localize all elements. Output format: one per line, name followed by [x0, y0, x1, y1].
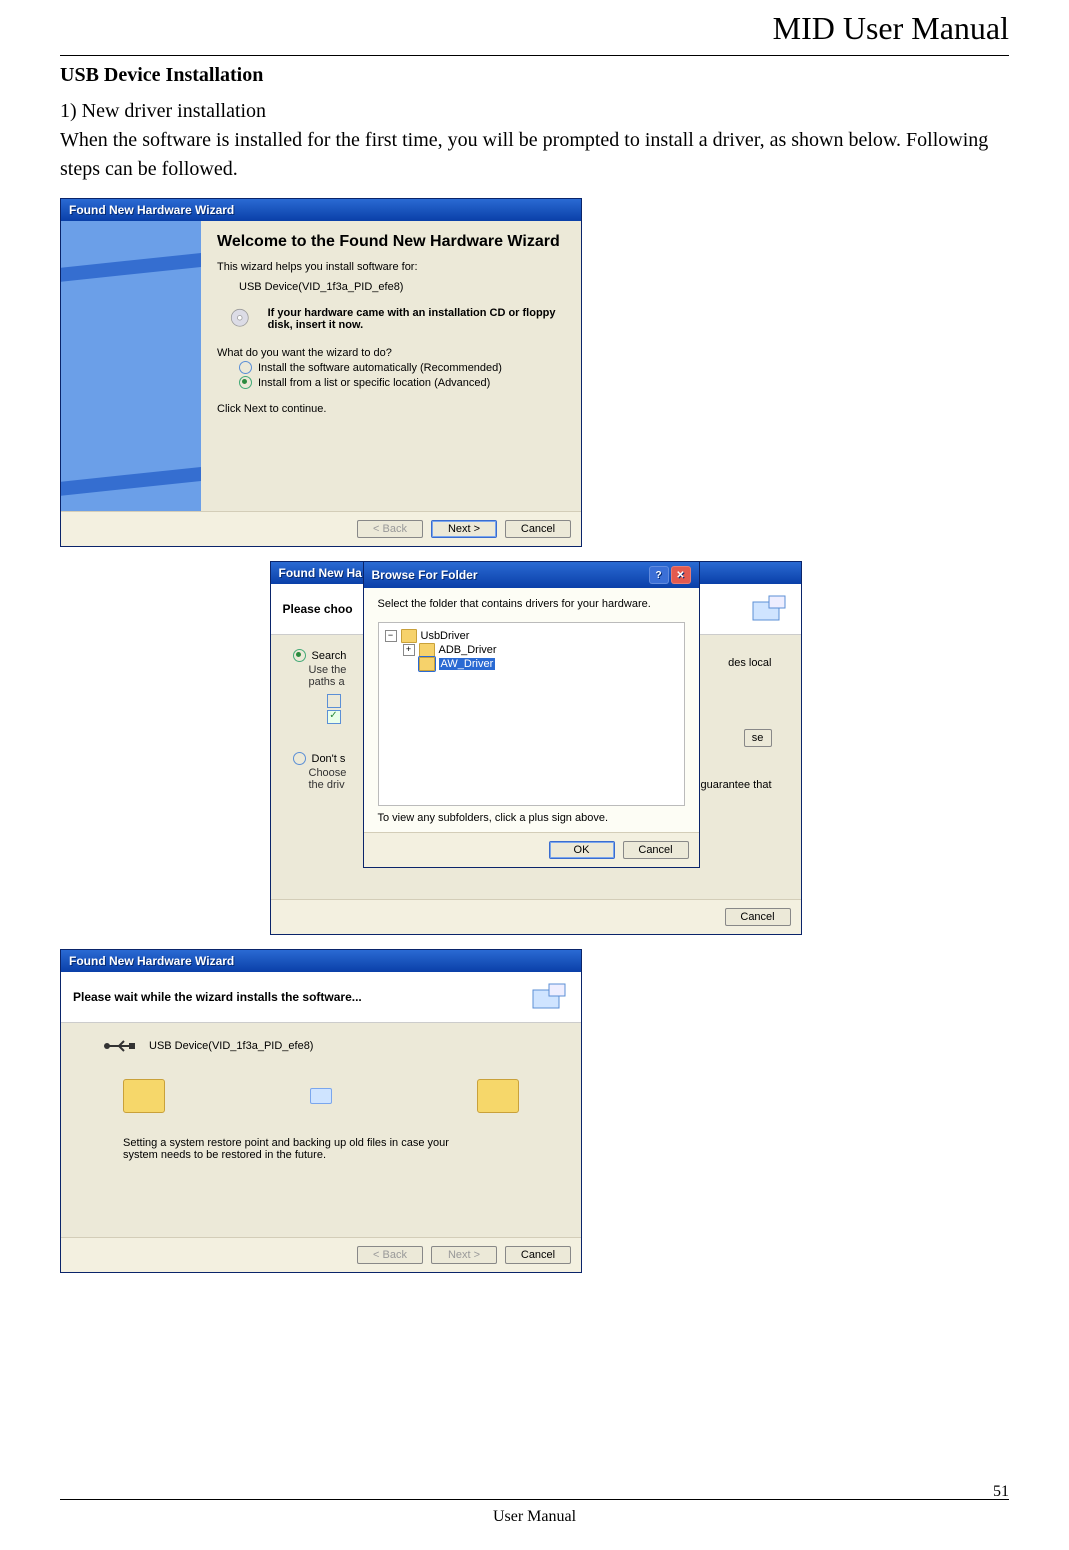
- tree-label: UsbDriver: [421, 630, 470, 642]
- radio-icon: [239, 361, 252, 374]
- footer-rule: [60, 1499, 1009, 1500]
- install-status-text: Setting a system restore point and backi…: [123, 1137, 453, 1161]
- browse-footer-hint: To view any subfolders, click a plus sig…: [364, 812, 699, 832]
- back-button[interactable]: < Back: [357, 1246, 423, 1264]
- tree-node-usbdriver[interactable]: − UsbDriver: [385, 629, 678, 643]
- found-new-hardware-wizard-1: Found New Hardware Wizard Welcome to the…: [60, 198, 582, 547]
- folder-icon-selected: [419, 657, 435, 671]
- tree-node-adb-driver[interactable]: + ADB_Driver: [385, 643, 678, 657]
- document-header-title: MID User Manual: [60, 0, 1009, 55]
- screenshot-2: Found New Ha Please choo Search Use the …: [270, 561, 800, 935]
- back-button[interactable]: < Back: [357, 520, 423, 538]
- tree-label-selected: AW_Driver: [439, 658, 496, 670]
- folder-icon: [401, 629, 417, 643]
- browse-button-fragment[interactable]: se: [744, 729, 772, 747]
- wizard-question: What do you want the wizard to do?: [217, 347, 565, 359]
- tree-expand-icon[interactable]: +: [403, 644, 415, 656]
- wizard3-header: Please wait while the wizard installs th…: [61, 972, 581, 1023]
- folder-source-icon: [123, 1079, 165, 1113]
- install-cd-hint: If your hardware came with an installati…: [268, 307, 565, 335]
- next-button[interactable]: Next >: [431, 1246, 497, 1264]
- dialog-title-truncated: Found New Ha: [279, 566, 362, 580]
- tree-node-aw-driver[interactable]: AW_Driver: [385, 657, 678, 671]
- device-name: USB Device(VID_1f3a_PID_efe8): [239, 281, 565, 293]
- wizard2-header-text: Please choo: [283, 602, 353, 616]
- fragment-right-2: guarantee that: [701, 779, 772, 791]
- section-heading: USB Device Installation: [60, 64, 1009, 87]
- wizard-side-graphic: [61, 221, 201, 511]
- cancel-button[interactable]: Cancel: [725, 908, 791, 926]
- folder-tree[interactable]: − UsbDriver + ADB_Driver AW_Driver: [378, 622, 685, 806]
- wizard-line: This wizard helps you install software f…: [217, 261, 565, 273]
- browse-prompt: Select the folder that contains drivers …: [364, 588, 699, 612]
- document-page: MID User Manual USB Device Installation …: [0, 0, 1069, 1550]
- fragment-right-1: des local: [728, 657, 771, 669]
- intro-paragraph: When the software is installed for the f…: [60, 126, 1009, 184]
- wizard-footer: < Back Next > Cancel: [61, 1237, 581, 1272]
- close-button[interactable]: ✕: [671, 566, 691, 584]
- cancel-button[interactable]: Cancel: [623, 841, 689, 859]
- browse-footer: OK Cancel: [364, 832, 699, 867]
- header-rule: [60, 55, 1009, 56]
- dialog-titlebar: Found New Hardware Wizard: [61, 950, 581, 972]
- radio-label: Install from a list or specific location…: [258, 377, 490, 389]
- dialog-title: Browse For Folder: [372, 568, 478, 582]
- page-number: 51: [993, 1483, 1009, 1501]
- checkbox-checked[interactable]: [327, 710, 341, 724]
- radio-icon: [293, 752, 306, 765]
- page-footer: 51 User Manual: [60, 1499, 1009, 1526]
- radio-auto-install[interactable]: Install the software automatically (Reco…: [239, 361, 565, 374]
- radio-label: Search: [312, 650, 347, 662]
- dialog-titlebar: Found New Hardware Wizard: [61, 199, 581, 221]
- tree-label: ADB_Driver: [439, 644, 497, 656]
- footer-label: User Manual: [493, 1508, 576, 1526]
- found-new-hardware-wizard-3: Found New Hardware Wizard Please wait wh…: [60, 949, 582, 1273]
- device-name: USB Device(VID_1f3a_PID_efe8): [149, 1040, 313, 1052]
- radio-label: Install the software automatically (Reco…: [258, 362, 502, 374]
- cancel-button[interactable]: Cancel: [505, 520, 571, 538]
- folder-icon: [419, 643, 435, 657]
- folder-dest-icon: [477, 1079, 519, 1113]
- cancel-button[interactable]: Cancel: [505, 1246, 571, 1264]
- wizard-footer: < Back Next > Cancel: [61, 511, 581, 546]
- help-button[interactable]: ?: [649, 566, 669, 584]
- usb-icon: [103, 1037, 137, 1055]
- wizard-footer: Cancel: [271, 899, 801, 934]
- screenshot-3: Found New Hardware Wizard Please wait wh…: [60, 949, 1009, 1273]
- radio-icon-selected: [239, 376, 252, 389]
- wizard-heading: Welcome to the Found New Hardware Wizard: [217, 233, 565, 251]
- screenshot-1: Found New Hardware Wizard Welcome to the…: [60, 198, 1009, 547]
- radio-specific-location[interactable]: Install from a list or specific location…: [239, 376, 565, 389]
- checkbox-unchecked[interactable]: [327, 694, 341, 708]
- flying-document-icon: [310, 1088, 332, 1104]
- tree-collapse-icon[interactable]: −: [385, 630, 397, 642]
- dialog-titlebar: Browse For Folder ? ✕: [364, 562, 699, 588]
- dialog-title: Found New Hardware Wizard: [69, 954, 234, 968]
- radio-label: Don't s: [312, 753, 346, 765]
- cd-icon: [229, 307, 254, 335]
- subsection-heading: 1) New driver installation: [60, 97, 1009, 126]
- dialog-title: Found New Hardware Wizard: [69, 203, 234, 217]
- wizard-header-icon: [529, 980, 569, 1014]
- continue-hint: Click Next to continue.: [217, 403, 565, 415]
- wizard3-header-text: Please wait while the wizard installs th…: [73, 990, 362, 1004]
- wizard-header-icon: [749, 592, 789, 626]
- radio-icon-selected: [293, 649, 306, 662]
- browse-for-folder-dialog: Browse For Folder ? ✕ Select the folder …: [363, 561, 700, 868]
- ok-button[interactable]: OK: [549, 841, 615, 859]
- next-button[interactable]: Next >: [431, 520, 497, 538]
- copy-progress-graphic: [123, 1079, 519, 1113]
